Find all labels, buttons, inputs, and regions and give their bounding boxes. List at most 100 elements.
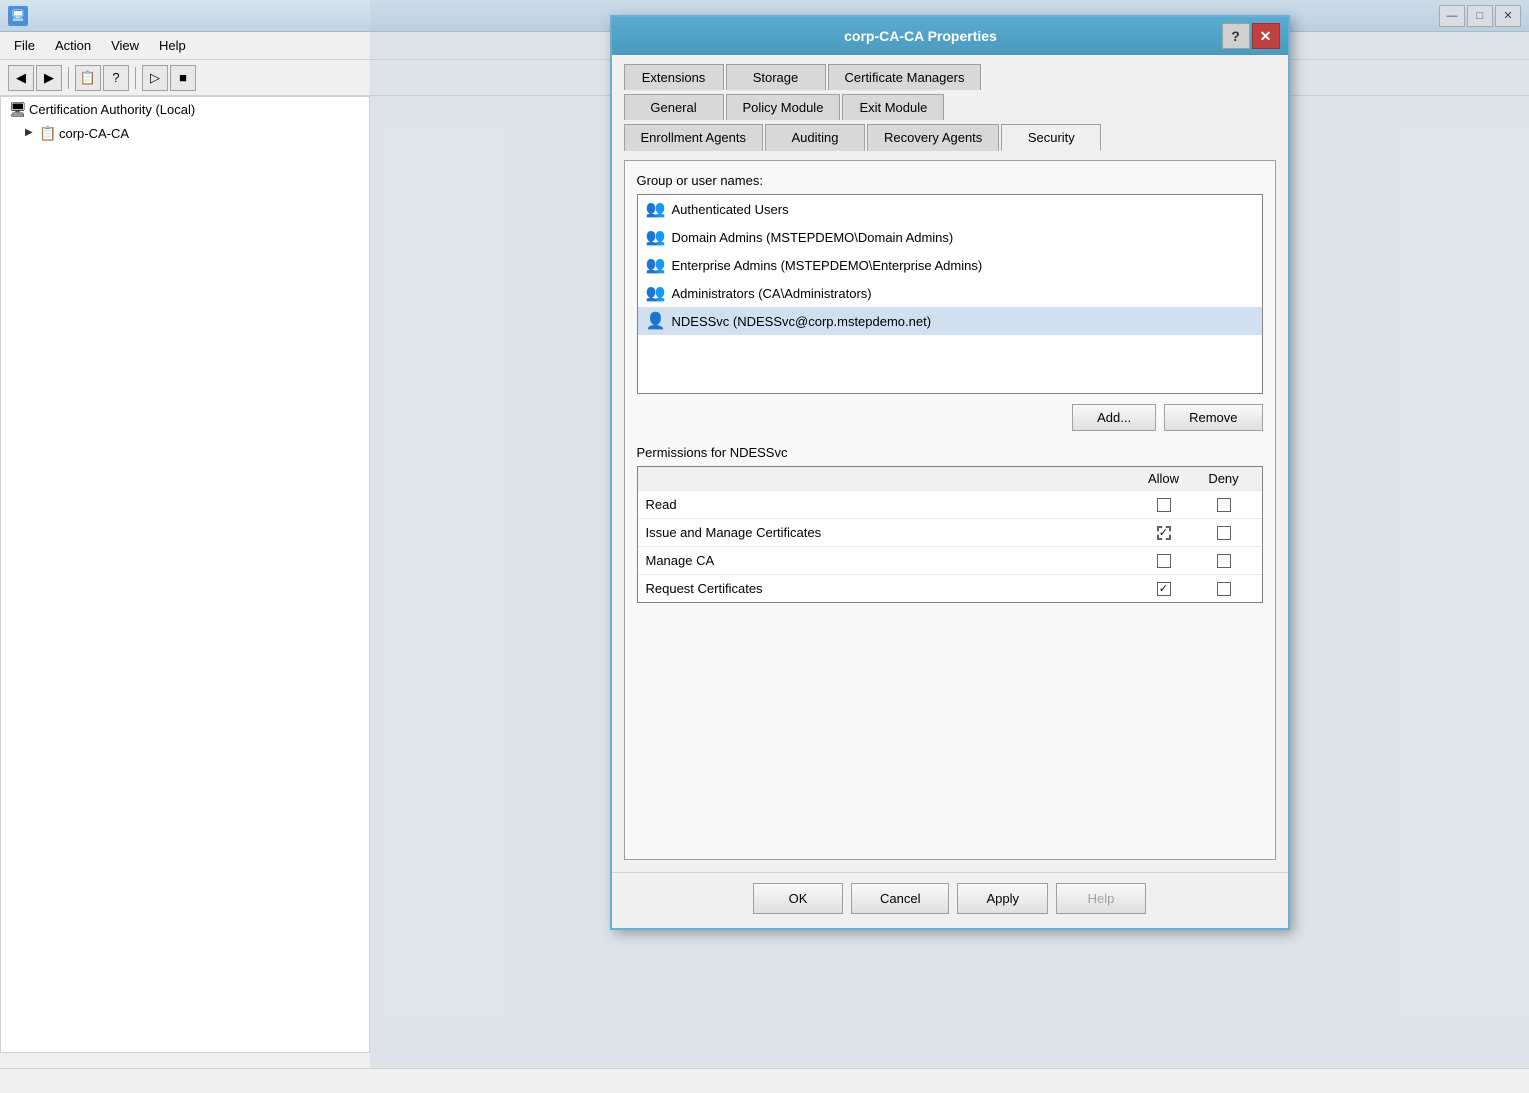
properties-dialog: corp-CA-CA Properties ? ✕ Extensions Sto… (610, 15, 1290, 930)
perm-header-name (646, 471, 1134, 486)
main-window: 🖥 — □ ✕ File Action View Help ◀ ▶ 📋 ? ▷ … (0, 0, 1529, 1093)
permissions-header: Allow Deny (638, 467, 1262, 490)
tab-row-2: General Policy Module Exit Module (624, 93, 1276, 119)
dialog-help-button[interactable]: ? (1222, 23, 1250, 49)
tab-exit-module[interactable]: Exit Module (842, 94, 944, 120)
user-item-ndesssvc[interactable]: 👤 NDESSvc (NDESSvc@corp.mstepdemo.net) (638, 307, 1262, 335)
perm-read-allow-checkbox[interactable] (1157, 498, 1171, 512)
perm-manage-ca-allow-check[interactable] (1134, 554, 1194, 568)
add-button[interactable]: Add... (1072, 404, 1156, 431)
perm-row-request: Request Certificates ✓ (638, 574, 1262, 602)
help-button: Help (1056, 883, 1146, 914)
user-item-authenticated[interactable]: 👥 Authenticated Users (638, 195, 1262, 223)
back-button[interactable]: ◀ (8, 65, 34, 91)
perm-header-deny: Deny (1194, 471, 1254, 486)
tab-extensions[interactable]: Extensions (624, 64, 724, 90)
ndesssvc-label: NDESSvc (NDESSvc@corp.mstepdemo.net) (672, 314, 932, 329)
forward-button[interactable]: ▶ (36, 65, 62, 91)
authenticated-users-icon: 👥 (646, 199, 666, 219)
permissions-label: Permissions for NDESSvc (637, 445, 1263, 460)
administrators-icon: 👥 (646, 283, 666, 303)
expand-icon: ▶ (25, 127, 37, 139)
menu-help[interactable]: Help (149, 34, 196, 57)
help-toolbar-button[interactable]: ? (103, 65, 129, 91)
enterprise-admins-label: Enterprise Admins (MSTEPDEMO\Enterprise … (672, 258, 983, 273)
tab-general[interactable]: General (624, 94, 724, 120)
tab-content-security: Group or user names: 👥 Authenticated Use… (624, 160, 1276, 860)
dialog-title: corp-CA-CA Properties (620, 28, 1222, 44)
toolbar-separator-2 (135, 67, 136, 89)
perm-request-allow-checkbox[interactable]: ✓ (1157, 582, 1171, 596)
authenticated-users-label: Authenticated Users (672, 202, 789, 217)
perm-row-manage-ca: Manage CA (638, 546, 1262, 574)
perm-read-deny-check[interactable] (1194, 498, 1254, 512)
remove-button[interactable]: Remove (1164, 404, 1262, 431)
tab-enrollment-agents[interactable]: Enrollment Agents (624, 124, 764, 151)
dialog-overlay: corp-CA-CA Properties ? ✕ Extensions Sto… (370, 0, 1529, 1093)
app-icon: 🖥 (8, 6, 28, 26)
tree-item-corp-ca-ca[interactable]: ▶ 📋 corp-CA-CA (1, 121, 369, 145)
perm-issue-deny-checkbox[interactable] (1217, 526, 1231, 540)
permissions-table: Allow Deny Read (637, 466, 1263, 603)
perm-request-allow-check[interactable]: ✓ (1134, 582, 1194, 596)
ca-icon: 📋 (39, 125, 55, 141)
tab-security[interactable]: Security (1001, 124, 1101, 151)
menu-action[interactable]: Action (45, 34, 101, 57)
ok-button[interactable]: OK (753, 883, 843, 914)
user-item-domain-admins[interactable]: 👥 Domain Admins (MSTEPDEMO\Domain Admins… (638, 223, 1262, 251)
user-list[interactable]: 👥 Authenticated Users 👥 Domain Admins (M… (637, 194, 1263, 394)
perm-issue-deny-check[interactable] (1194, 526, 1254, 540)
tree-item-certification-authority[interactable]: 🖥 Certification Authority (Local) (1, 97, 369, 121)
menu-file[interactable]: File (4, 34, 45, 57)
dialog-titlebar-controls: ? ✕ (1222, 23, 1280, 49)
perm-manage-ca-deny-checkbox[interactable] (1217, 554, 1231, 568)
perm-read-deny-checkbox[interactable] (1217, 498, 1231, 512)
tab-strip: Extensions Storage Certificate Managers … (624, 63, 1276, 152)
tab-row-1: Extensions Storage Certificate Managers (624, 63, 1276, 89)
statusbar (0, 1068, 1529, 1093)
perm-header-allow: Allow (1134, 471, 1194, 486)
certification-authority-label: Certification Authority (Local) (29, 102, 195, 117)
tab-recovery-agents[interactable]: Recovery Agents (867, 124, 999, 151)
dialog-footer: OK Cancel Apply Help (612, 872, 1288, 928)
stop-button[interactable]: ■ (170, 65, 196, 91)
dialog-close-button[interactable]: ✕ (1252, 23, 1280, 49)
tab-row-3: Enrollment Agents Auditing Recovery Agen… (624, 123, 1276, 150)
user-item-administrators[interactable]: 👥 Administrators (CA\Administrators) (638, 279, 1262, 307)
dialog-content: Extensions Storage Certificate Managers … (612, 55, 1288, 872)
enterprise-admins-icon: 👥 (646, 255, 666, 275)
tab-policy-module[interactable]: Policy Module (726, 94, 841, 120)
domain-admins-label: Domain Admins (MSTEPDEMO\Domain Admins) (672, 230, 954, 245)
user-btn-row: Add... Remove (637, 404, 1263, 431)
perm-issue-label: Issue and Manage Certificates (646, 525, 1134, 540)
user-item-enterprise-admins[interactable]: 👥 Enterprise Admins (MSTEPDEMO\Enterpris… (638, 251, 1262, 279)
perm-request-deny-check[interactable] (1194, 582, 1254, 596)
play-button[interactable]: ▷ (142, 65, 168, 91)
perm-read-label: Read (646, 497, 1134, 512)
dialog-titlebar: corp-CA-CA Properties ? ✕ (612, 17, 1288, 55)
apply-button[interactable]: Apply (957, 883, 1048, 914)
perm-manage-ca-label: Manage CA (646, 553, 1134, 568)
perm-read-allow-check[interactable] (1134, 498, 1194, 512)
ndesssvc-icon: 👤 (646, 311, 666, 331)
perm-row-issue: Issue and Manage Certificates ✓ (638, 518, 1262, 546)
toolbar-separator (68, 67, 69, 89)
menu-view[interactable]: View (101, 34, 149, 57)
perm-manage-ca-deny-check[interactable] (1194, 554, 1254, 568)
domain-admins-icon: 👥 (646, 227, 666, 247)
perm-request-label: Request Certificates (646, 581, 1134, 596)
corp-ca-label: corp-CA-CA (59, 126, 129, 141)
perm-manage-ca-allow-checkbox[interactable] (1157, 554, 1171, 568)
left-panel: 🖥 Certification Authority (Local) ▶ 📋 co… (0, 96, 370, 1053)
tab-certificate-managers[interactable]: Certificate Managers (828, 64, 982, 90)
cancel-button[interactable]: Cancel (851, 883, 949, 914)
perm-issue-allow-check[interactable]: ✓ (1134, 526, 1194, 540)
tab-storage[interactable]: Storage (726, 64, 826, 90)
certification-authority-icon: 🖥 (9, 101, 25, 117)
perm-issue-allow-checkbox[interactable]: ✓ (1157, 526, 1171, 540)
tab-auditing[interactable]: Auditing (765, 124, 865, 151)
administrators-label: Administrators (CA\Administrators) (672, 286, 872, 301)
perm-request-deny-checkbox[interactable] (1217, 582, 1231, 596)
perm-row-read: Read (638, 490, 1262, 518)
copy-button[interactable]: 📋 (75, 65, 101, 91)
